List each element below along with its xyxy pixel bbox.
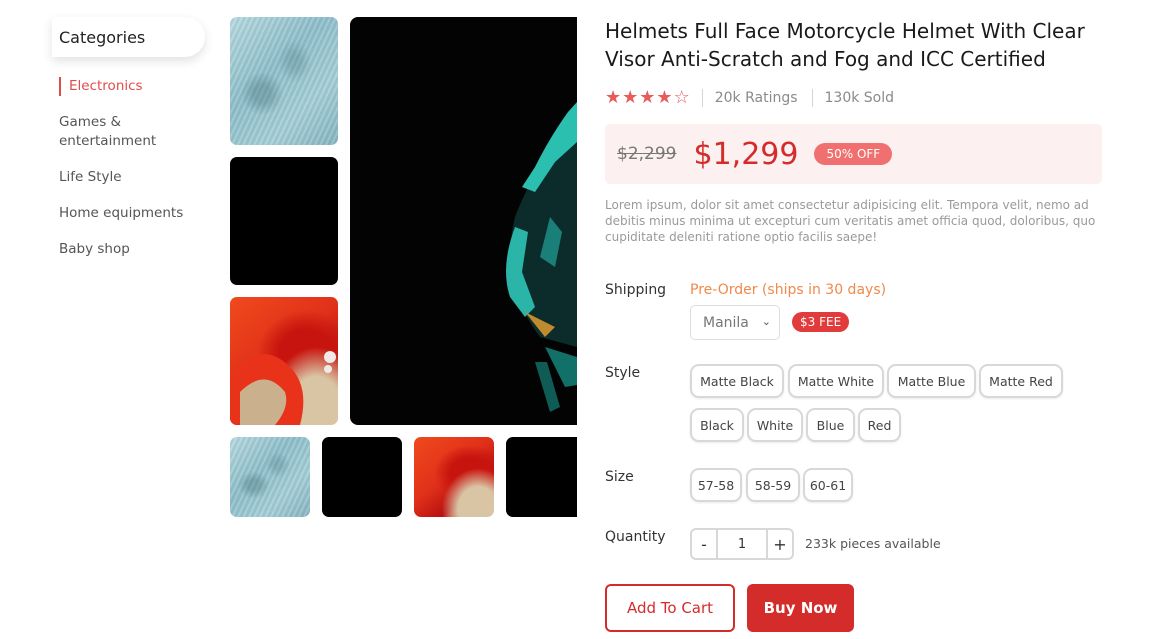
size-option-58-59[interactable]: 58-59 bbox=[746, 468, 800, 502]
category-item-baby-shop[interactable]: Baby shop bbox=[59, 240, 212, 259]
stock-available: 233k pieces available bbox=[805, 536, 941, 551]
star-filled-icon: ★ bbox=[605, 87, 622, 108]
shipping-label: Shipping bbox=[605, 282, 667, 298]
style-option-matte-red[interactable]: Matte Red bbox=[979, 364, 1063, 398]
shipping-location-select[interactable]: Manila ⌄ bbox=[690, 305, 780, 340]
rating-row: ★ ★ ★ ★ ☆ 20k Ratings 130k Sold bbox=[605, 87, 1102, 108]
product-title: Helmets Full Face Motorcycle Helmet With… bbox=[605, 19, 1085, 71]
category-list: Electronics Games & entertainment Life S… bbox=[52, 77, 212, 259]
style-option-red[interactable]: Red bbox=[858, 408, 901, 442]
category-sidebar: Categories Electronics Games & entertain… bbox=[52, 17, 212, 276]
product-thumbnail[interactable] bbox=[230, 17, 338, 145]
categories-header: Categories bbox=[52, 17, 205, 57]
star-filled-icon: ★ bbox=[656, 87, 673, 108]
product-thumbnail[interactable] bbox=[506, 437, 577, 517]
size-option-57-58[interactable]: 57-58 bbox=[690, 468, 742, 502]
product-main-image bbox=[350, 17, 577, 425]
sold-count: 130k Sold bbox=[824, 89, 895, 106]
ratings-count: 20k Ratings bbox=[714, 89, 798, 106]
divider bbox=[701, 88, 703, 107]
star-filled-icon: ★ bbox=[622, 87, 639, 108]
shipping-status: Pre-Order (ships in 30 days) bbox=[690, 282, 887, 298]
style-option-matte-black[interactable]: Matte Black bbox=[690, 364, 784, 398]
product-thumbnail[interactable] bbox=[230, 437, 310, 517]
style-label: Style bbox=[605, 365, 641, 381]
product-thumbnail[interactable] bbox=[230, 157, 338, 285]
size-label: Size bbox=[605, 469, 634, 485]
product-thumbnail[interactable] bbox=[322, 437, 402, 517]
quantity-decrement-button[interactable]: - bbox=[692, 530, 716, 558]
style-option-black[interactable]: Black bbox=[690, 408, 744, 442]
price-box: $2,299 $1,299 50% OFF bbox=[605, 124, 1102, 184]
quantity-input[interactable]: 1 bbox=[716, 530, 768, 558]
sale-price: $1,299 bbox=[693, 136, 799, 172]
size-option-60-61[interactable]: 60-61 bbox=[803, 468, 853, 502]
quantity-increment-button[interactable]: + bbox=[768, 530, 792, 558]
shipping-location-value: Manila bbox=[703, 314, 749, 331]
quantity-label: Quantity bbox=[605, 529, 666, 545]
product-thumbnail[interactable] bbox=[230, 297, 338, 425]
chevron-down-icon: ⌄ bbox=[761, 315, 771, 328]
style-option-white[interactable]: White bbox=[747, 408, 803, 442]
style-option-blue[interactable]: Blue bbox=[806, 408, 855, 442]
product-description: Lorem ipsum, dolor sit amet consectetur … bbox=[605, 198, 1096, 244]
product-info: Helmets Full Face Motorcycle Helmet With… bbox=[605, 17, 1102, 245]
divider bbox=[811, 88, 813, 107]
original-price: $2,299 bbox=[617, 144, 677, 164]
product-thumbnail[interactable] bbox=[414, 437, 494, 517]
star-rating: ★ ★ ★ ★ ☆ bbox=[605, 87, 690, 108]
discount-badge: 50% OFF bbox=[814, 143, 893, 165]
category-item-games[interactable]: Games & entertainment bbox=[59, 113, 169, 151]
shipping-fee-badge: $3 FEE bbox=[792, 312, 850, 332]
category-item-life-style[interactable]: Life Style bbox=[59, 168, 212, 187]
quantity-stepper: - 1 + bbox=[690, 528, 794, 560]
category-item-home-equipments[interactable]: Home equipments bbox=[59, 204, 212, 223]
star-filled-icon: ★ bbox=[639, 87, 656, 108]
buy-now-button[interactable]: Buy Now bbox=[747, 584, 854, 632]
category-item-electronics[interactable]: Electronics bbox=[59, 77, 212, 96]
star-empty-icon: ☆ bbox=[673, 87, 690, 108]
add-to-cart-button[interactable]: Add To Cart bbox=[605, 584, 735, 632]
style-option-matte-white[interactable]: Matte White bbox=[788, 364, 884, 398]
style-option-matte-blue[interactable]: Matte Blue bbox=[887, 364, 976, 398]
